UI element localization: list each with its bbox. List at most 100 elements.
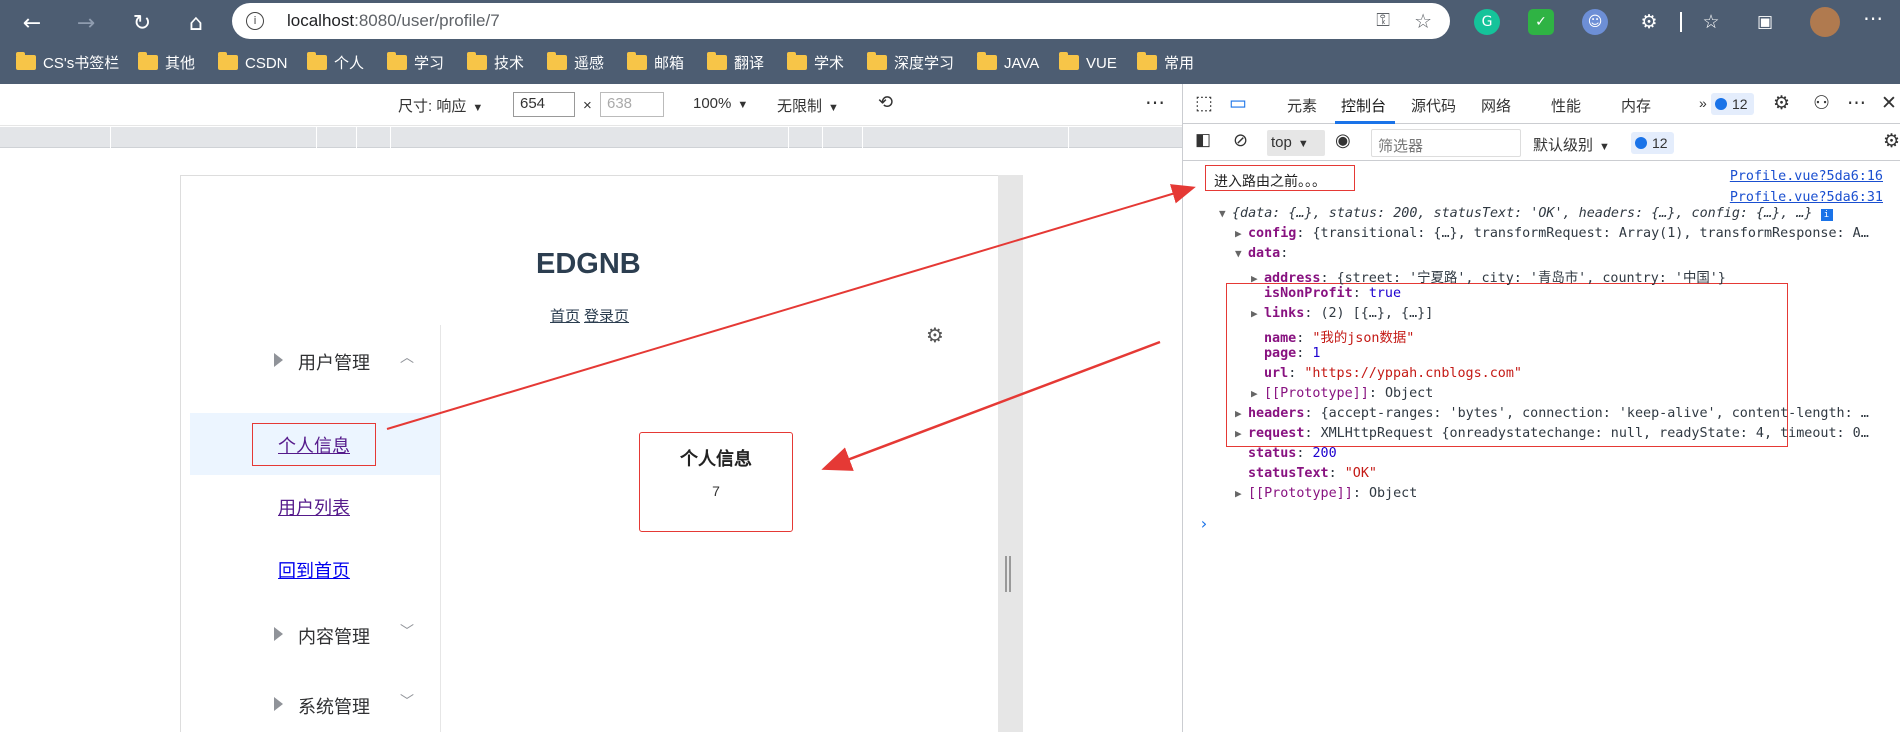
tab-network[interactable]: 网络: [1481, 95, 1511, 116]
resize-handle[interactable]: [1005, 556, 1011, 592]
menu-item-home[interactable]: 回到首页: [190, 538, 440, 600]
ruler-segment[interactable]: [862, 127, 863, 148]
prop-request[interactable]: ▶ request: XMLHttpRequest {onreadystatech…: [1235, 426, 1869, 441]
shield-icon[interactable]: ✓: [1528, 9, 1554, 35]
console-prompt[interactable]: ›: [1199, 514, 1209, 533]
nav-link-login[interactable]: 登录页: [584, 308, 629, 325]
bookmark-folder[interactable]: 遥感: [547, 52, 604, 75]
prop-data[interactable]: ▼ data:: [1235, 246, 1288, 261]
ruler-segment[interactable]: [390, 127, 391, 148]
bookmark-folder[interactable]: 学术: [787, 52, 844, 75]
prop-links[interactable]: ▶ links: (2) [{…}, {…}]: [1251, 306, 1433, 321]
media-query-ruler[interactable]: [0, 127, 1182, 148]
bookmark-folder[interactable]: 其他: [138, 52, 195, 75]
menu-item-label[interactable]: 用户列表: [278, 494, 350, 520]
log-level-select[interactable]: 默认级别 ▼: [1533, 134, 1610, 155]
messages-badge[interactable]: 12: [1631, 132, 1674, 154]
tab-console[interactable]: 控制台: [1341, 95, 1386, 116]
tab-elements[interactable]: 元素: [1287, 95, 1317, 116]
bookmark-folder[interactable]: 深度学习: [867, 52, 955, 75]
url-text[interactable]: localhost:8080/user/profile/7: [287, 11, 500, 31]
more-options-icon[interactable]: ⋯: [1145, 90, 1165, 115]
more-menu-icon[interactable]: ⋯: [1860, 8, 1886, 35]
chevron-down-icon: ﹀: [400, 693, 414, 709]
height-input[interactable]: 638: [600, 92, 664, 117]
bookmark-label: 深度学习: [894, 55, 955, 72]
menu-item-label[interactable]: 回到首页: [278, 557, 350, 583]
tab-memory[interactable]: 内存: [1621, 95, 1651, 116]
bookmark-folder[interactable]: CSDN: [218, 52, 288, 75]
sidebar-toggle-icon[interactable]: ◧: [1195, 130, 1211, 150]
bookmark-folder[interactable]: CS's书签栏: [16, 52, 119, 75]
bookmark-folder[interactable]: JAVA: [977, 52, 1039, 75]
tab-performance[interactable]: 性能: [1551, 95, 1581, 116]
console-settings-icon[interactable]: ⚙: [1883, 130, 1900, 153]
ruler-segment[interactable]: [1068, 127, 1069, 148]
issues-badge[interactable]: 12: [1711, 93, 1754, 115]
forward-icon[interactable]: →: [68, 6, 104, 42]
avatar[interactable]: [1810, 7, 1840, 37]
response-object-summary[interactable]: ▼ {data: {…}, status: 200, statusText: 'O…: [1219, 206, 1833, 221]
log-source-link[interactable]: Profile.vue?5da6:31: [1730, 190, 1883, 205]
tab-sources[interactable]: 源代码: [1411, 95, 1456, 116]
prop-prototype[interactable]: ▶ [[Prototype]]: Object: [1251, 386, 1433, 401]
grammarly-icon[interactable]: G: [1474, 9, 1500, 35]
throttle-select[interactable]: 无限制 ▼: [777, 95, 839, 116]
back-icon[interactable]: ←: [14, 6, 50, 42]
favorites-icon[interactable]: ☆: [1698, 9, 1724, 35]
inspect-icon[interactable]: ⬚: [1195, 92, 1213, 115]
prop-config[interactable]: ▶ config: {transitional: {…}, transformRe…: [1235, 226, 1869, 241]
ruler-segment[interactable]: [316, 127, 317, 148]
clear-console-icon[interactable]: ⊘: [1233, 130, 1248, 151]
refresh-icon[interactable]: ↻: [124, 6, 160, 42]
prop-value: (2) [{…}, {…}]: [1320, 306, 1434, 321]
more-tabs-icon[interactable]: »: [1699, 95, 1707, 111]
nav-link-home[interactable]: 首页: [550, 308, 580, 325]
url-path: :8080/user/profile/7: [354, 11, 500, 30]
eye-icon[interactable]: ◉: [1335, 130, 1351, 151]
bookmark-folder[interactable]: VUE: [1059, 52, 1117, 75]
info-icon[interactable]: i: [1820, 209, 1833, 221]
bookmark-folder[interactable]: 技术: [467, 52, 524, 75]
folder-icon: [867, 52, 887, 70]
extension-face-icon[interactable]: ☺: [1582, 9, 1608, 35]
zoom-select[interactable]: 100% ▼: [693, 95, 748, 112]
bookmark-folder[interactable]: 邮箱: [627, 52, 684, 75]
menu-group-content[interactable]: 内容管理 ﹀: [190, 607, 440, 663]
menu-group-system[interactable]: 系统管理 ﹀: [190, 677, 440, 732]
rotate-icon[interactable]: ⟲: [878, 92, 893, 113]
ruler-segment[interactable]: [788, 127, 789, 148]
bookmark-folder[interactable]: 翻译: [707, 52, 764, 75]
add-favorite-icon[interactable]: ☆: [1414, 9, 1432, 33]
device-toggle-icon[interactable]: ▭: [1229, 92, 1247, 115]
prop-address[interactable]: ▶ address: {street: '宁夏路', city: '青岛市', c…: [1251, 266, 1726, 286]
address-bar[interactable]: i localhost:8080/user/profile/7 ⚿ ☆: [232, 3, 1450, 39]
gear-icon[interactable]: ⚙: [926, 323, 944, 347]
prop-root-prototype[interactable]: ▶ [[Prototype]]: Object: [1235, 486, 1417, 501]
log-source-link[interactable]: Profile.vue?5da6:16: [1730, 169, 1883, 184]
prop-headers[interactable]: ▶ headers: {accept-ranges: 'bytes', conne…: [1235, 406, 1869, 421]
log-level-label: 默认级别: [1533, 137, 1594, 154]
menu-item-userlist[interactable]: 用户列表: [190, 475, 440, 537]
bookmark-folder[interactable]: 个人: [307, 52, 364, 75]
collections-icon[interactable]: ▣: [1752, 9, 1778, 35]
width-input[interactable]: 654: [513, 92, 575, 117]
ruler-segment[interactable]: [110, 127, 111, 148]
bookmark-folder[interactable]: 学习: [387, 52, 444, 75]
site-info-icon[interactable]: i: [246, 12, 264, 30]
home-icon[interactable]: ⌂: [178, 6, 214, 42]
extensions-icon[interactable]: ⚙: [1636, 9, 1662, 35]
customize-icon[interactable]: ⚇: [1813, 92, 1830, 115]
key-icon[interactable]: ⚿: [1376, 10, 1390, 31]
close-icon[interactable]: ✕: [1881, 92, 1897, 115]
bookmark-folder[interactable]: 常用: [1137, 52, 1194, 75]
ruler-segment[interactable]: [356, 127, 357, 148]
filter-input[interactable]: 筛选器: [1371, 129, 1521, 157]
settings-gear-icon[interactable]: ⚙: [1773, 92, 1790, 115]
ruler-segment[interactable]: [822, 127, 823, 148]
device-select[interactable]: 尺寸: 响应 ▼: [398, 95, 483, 116]
collapsed-triangle-icon: ▶: [1235, 407, 1242, 420]
more-menu-icon[interactable]: ⋯: [1847, 92, 1866, 115]
menu-group-user[interactable]: 用户管理 ︿: [190, 333, 440, 389]
context-select[interactable]: top ▼: [1267, 130, 1325, 156]
